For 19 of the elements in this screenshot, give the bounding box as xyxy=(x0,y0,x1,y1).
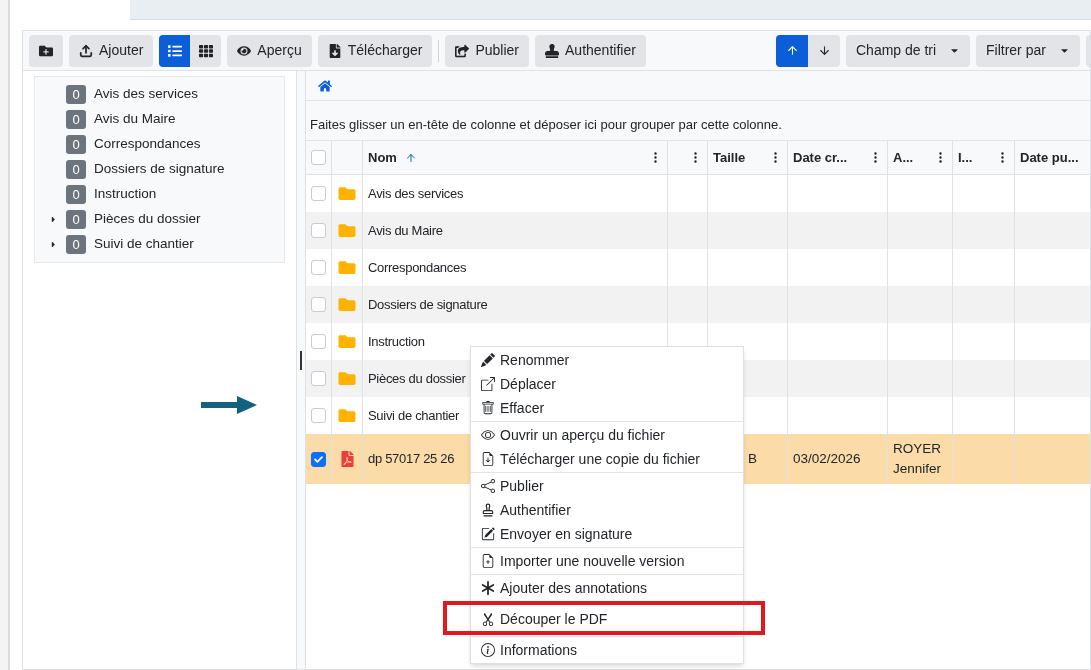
count-badge: 0 xyxy=(66,185,86,204)
count-badge: 0 xyxy=(66,85,86,104)
table-cell-text: B xyxy=(748,450,757,468)
table-cell-text: Pièces du dossier xyxy=(368,369,466,388)
group-hint: Faites glisser un en-tête de colonne et déposer ici pour grouper par cette colonne. xyxy=(310,115,782,134)
table-cell-text: 03/02/2026 xyxy=(793,450,861,468)
table-cell-text: Dossiers de signature xyxy=(368,295,488,314)
table-cell-text: Suivi de chantier xyxy=(368,406,459,425)
count-badge: 0 xyxy=(66,110,86,129)
table-cell-text: dp 57017 25 26 xyxy=(368,450,455,468)
count-badge: 0 xyxy=(66,235,86,254)
table-cell-text: Correspondances xyxy=(368,258,467,277)
count-badge: 0 xyxy=(66,210,86,229)
count-badge: 0 xyxy=(66,135,86,154)
count-badge: 0 xyxy=(66,160,86,179)
table-cell-text: ROYER Jennifer xyxy=(893,440,943,478)
table-cell-text: Instruction xyxy=(368,332,425,351)
table-cell-text: Avis des services xyxy=(368,184,464,203)
table-cell-text: Avis du Maire xyxy=(368,221,443,240)
